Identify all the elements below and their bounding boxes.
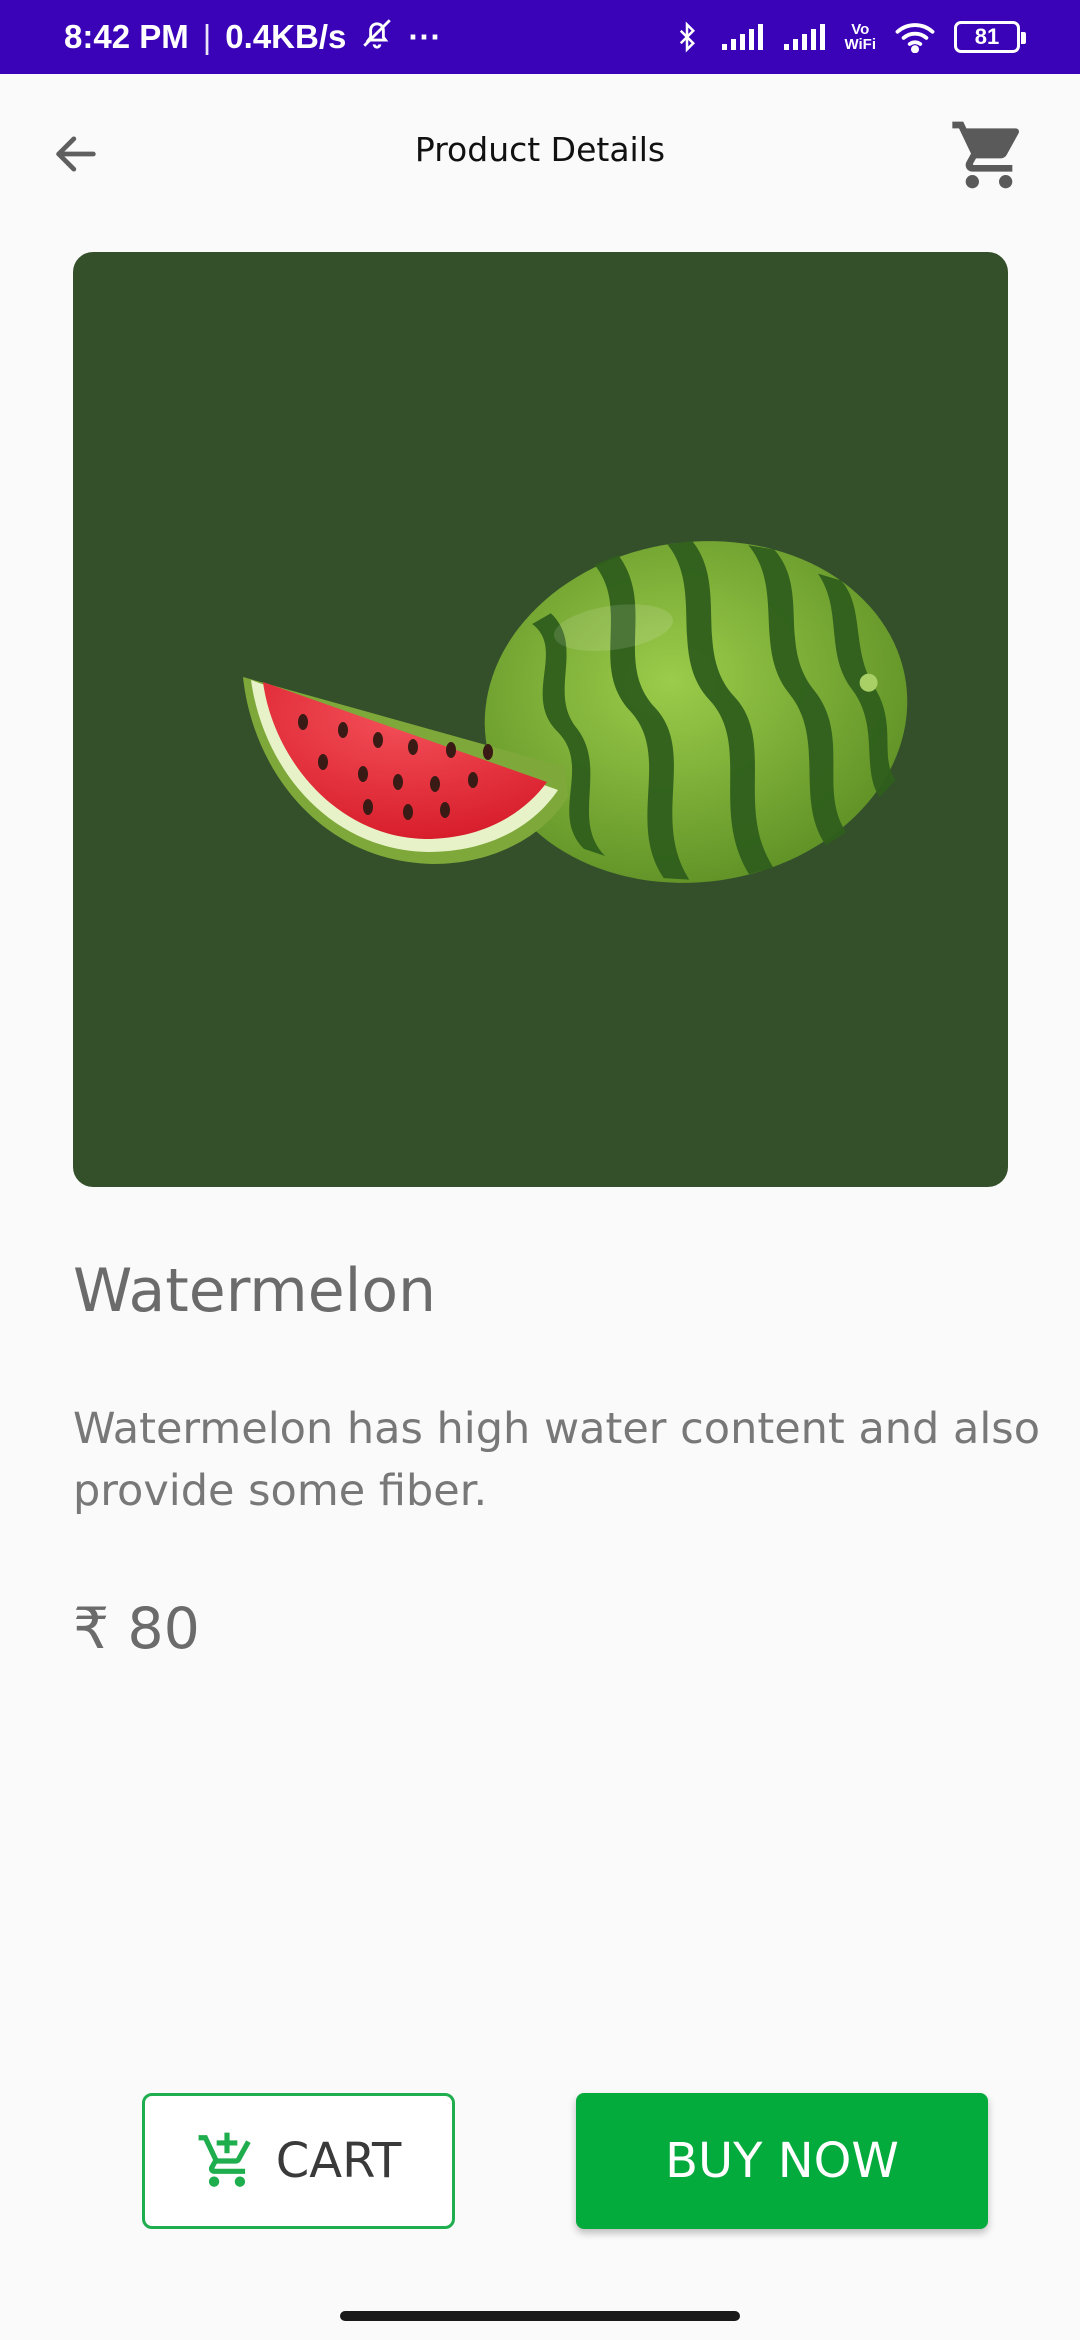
cart-button[interactable] — [944, 110, 1034, 200]
status-bar: 8:42 PM | 0.4KB/s ··· Vo WiFi 81 — [0, 0, 1080, 74]
vowifi-bottom: WiFi — [844, 36, 876, 53]
buy-now-label: BUY NOW — [665, 2133, 899, 2189]
buy-now-button[interactable]: BUY NOW — [576, 2093, 988, 2229]
product-name: Watermelon — [73, 1256, 437, 1326]
product-price: ₹ 80 — [73, 1596, 200, 1662]
add-to-cart-label: CART — [275, 2133, 402, 2189]
vowifi-top: Vo — [851, 21, 870, 38]
cart-icon — [952, 121, 1020, 189]
status-left: 8:42 PM | 0.4KB/s ··· — [64, 16, 441, 58]
home-indicator[interactable] — [340, 2311, 740, 2321]
vowifi-indicator: Vo WiFi — [844, 22, 876, 52]
wifi-icon — [894, 21, 936, 53]
signal-icon — [720, 22, 764, 52]
whole-watermelon — [484, 540, 908, 883]
app-bar: Product Details — [0, 74, 1080, 232]
more-notifications-icon: ··· — [408, 18, 442, 55]
page-title: Product Details — [414, 130, 666, 169]
status-right: Vo WiFi 81 — [672, 20, 1026, 54]
add-to-cart-button[interactable]: CART — [142, 2093, 455, 2229]
battery-icon: 81 — [954, 21, 1026, 53]
add-to-cart-icon — [198, 2132, 251, 2187]
status-separator: | — [202, 18, 212, 55]
product-details-screen: 8:42 PM | 0.4KB/s ··· Vo WiFi 81 Product… — [0, 0, 1080, 2340]
product-image — [73, 252, 1008, 1187]
bluetooth-icon — [672, 20, 702, 54]
signal-icon-2 — [782, 22, 826, 52]
bell-off-icon — [360, 16, 394, 58]
battery-level: 81 — [974, 24, 1000, 49]
product-description: Watermelon has high water content and al… — [73, 1404, 1041, 1516]
watermelon-illustration — [243, 540, 908, 883]
status-time: 8:42 PM — [64, 18, 189, 55]
network-speed: 0.4KB/s — [225, 18, 347, 55]
